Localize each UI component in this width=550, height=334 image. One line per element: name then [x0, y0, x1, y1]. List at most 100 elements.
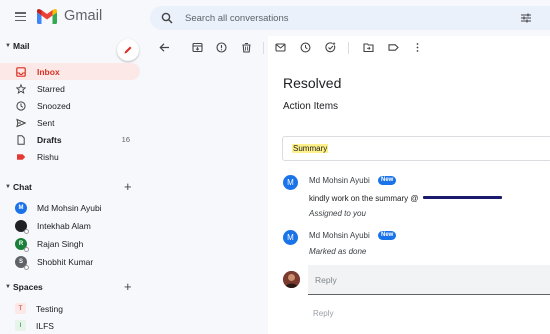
drafts-count: 16 [121, 135, 130, 144]
sidebar-item-label: Starred [37, 83, 65, 94]
chat-section-header[interactable]: ▼ Chat + [0, 179, 150, 195]
avatar-initial: M [18, 204, 24, 211]
space-icon: T [15, 303, 26, 314]
summary-text: Summary [292, 144, 329, 153]
gmail-logo[interactable]: Gmail [37, 8, 102, 24]
sidebar: ▼ Mail Inbox Starred Snoozed Sent Drafts… [0, 36, 150, 334]
toolbar-divider [263, 42, 264, 54]
status-dot-icon [24, 246, 29, 252]
sidebar-item-starred[interactable]: Starred [0, 80, 140, 97]
report-spam-icon[interactable] [216, 42, 227, 53]
avatar-initial: S [18, 258, 23, 265]
compose-button[interactable] [117, 39, 139, 61]
sidebar-item-drafts[interactable]: Drafts 16 [0, 131, 140, 148]
send-icon [16, 118, 26, 128]
avatar [15, 219, 29, 234]
back-arrow-icon[interactable] [159, 42, 170, 53]
caret-down-icon: ▼ [5, 184, 11, 190]
chat-contact-item[interactable]: M Md Mohsin Ayubi [0, 199, 140, 216]
top-bar: Gmail [0, 0, 550, 36]
sidebar-item-label: Snoozed [37, 100, 71, 111]
sidebar-item-label: Drafts [37, 134, 62, 145]
space-name: Testing [36, 303, 63, 314]
add-task-icon[interactable] [325, 42, 336, 53]
gmail-m-icon [37, 8, 57, 24]
chat-contact-item[interactable]: S Shobhit Kumar [0, 253, 140, 270]
chat-contact-item[interactable]: Intekhab Alam [0, 217, 140, 234]
sidebar-item-inbox[interactable]: Inbox [0, 63, 140, 80]
thread-toolbar-actions [268, 36, 550, 60]
caret-down-icon: ▼ [5, 284, 11, 290]
main-menu-icon[interactable] [15, 12, 26, 22]
reply-hint[interactable]: Reply [313, 309, 333, 318]
spaces-section-header[interactable]: ▼ Spaces + [0, 279, 150, 295]
toolbar-divider [348, 42, 349, 54]
message-status: Marked as done [309, 247, 367, 256]
space-item[interactable]: T Testing [0, 300, 140, 317]
sidebar-item-snoozed[interactable]: Snoozed [0, 97, 140, 114]
mail-section-label: Mail [13, 41, 30, 51]
search-icon[interactable] [161, 12, 173, 24]
message-text: kindly work on the summary @ [309, 194, 419, 203]
spaces-section-label: Spaces [13, 282, 43, 292]
redacted-mention [423, 196, 502, 199]
status-dot-icon [24, 264, 29, 270]
app-name: Gmail [64, 8, 103, 24]
snooze-icon[interactable] [300, 42, 311, 53]
avatar: S [15, 255, 29, 270]
move-to-icon[interactable] [363, 42, 374, 53]
new-badge: New [378, 231, 397, 240]
label-icon [16, 152, 26, 162]
new-space-plus-icon[interactable]: + [124, 279, 132, 295]
message-author: Md Mohsin Ayubi [309, 231, 370, 240]
search-options-icon[interactable] [520, 12, 532, 24]
more-vert-icon[interactable] [412, 42, 423, 53]
draft-icon [16, 134, 26, 145]
pencil-icon [124, 46, 132, 54]
avatar[interactable]: M [283, 175, 298, 190]
sidebar-item-sent[interactable]: Sent [0, 114, 140, 131]
delete-icon[interactable] [241, 42, 252, 53]
sidebar-item-label: Inbox [37, 66, 60, 77]
thread-title: Resolved [283, 75, 342, 91]
contact-name: Rajan Singh [37, 238, 84, 249]
reply-input[interactable] [308, 265, 550, 295]
contact-name: Shobhit Kumar [37, 256, 94, 267]
message-status: Assigned to you [309, 209, 366, 218]
search-input[interactable] [185, 12, 485, 24]
message-author: Md Mohsin Ayubi [309, 176, 370, 185]
new-badge: New [378, 176, 397, 185]
thread-subtitle: Action Items [283, 101, 339, 112]
space-item[interactable]: I ILFS [0, 317, 140, 334]
summary-card[interactable]: Summary [282, 136, 550, 161]
avatar: M [15, 201, 27, 214]
status-dot-icon [24, 228, 29, 234]
new-chat-plus-icon[interactable]: + [124, 179, 132, 195]
contact-name: Md Mohsin Ayubi [37, 202, 102, 213]
space-name: ILFS [36, 320, 54, 331]
label-outline-icon[interactable] [388, 42, 399, 53]
avatar: R [15, 237, 29, 252]
space-initial: T [18, 305, 23, 312]
user-avatar[interactable] [283, 271, 300, 288]
thread-view: Resolved Action Items Summary M Md Mohsi… [268, 60, 550, 334]
space-icon: I [15, 320, 26, 331]
inbox-icon [16, 66, 26, 77]
thread-toolbar [150, 36, 268, 60]
thread-message: M Md Mohsin Ayubi New kindly work on the… [283, 175, 543, 225]
avatar[interactable]: M [283, 230, 298, 245]
thread-message: M Md Mohsin Ayubi New Marked as done [283, 230, 543, 260]
clock-icon [16, 100, 26, 111]
chat-contact-item[interactable]: R Rajan Singh [0, 235, 140, 252]
caret-down-icon: ▼ [5, 43, 11, 49]
chat-section-label: Chat [13, 182, 32, 192]
star-icon [16, 83, 26, 94]
sidebar-item-label: Rishu [37, 151, 59, 162]
space-initial: I [19, 322, 22, 329]
archive-icon[interactable] [192, 42, 203, 53]
mark-unread-icon[interactable] [275, 42, 286, 53]
sidebar-item-rishu[interactable]: Rishu [0, 148, 140, 165]
contact-name: Intekhab Alam [37, 220, 91, 231]
sidebar-item-label: Sent [37, 117, 55, 128]
search-bar[interactable] [150, 6, 550, 30]
